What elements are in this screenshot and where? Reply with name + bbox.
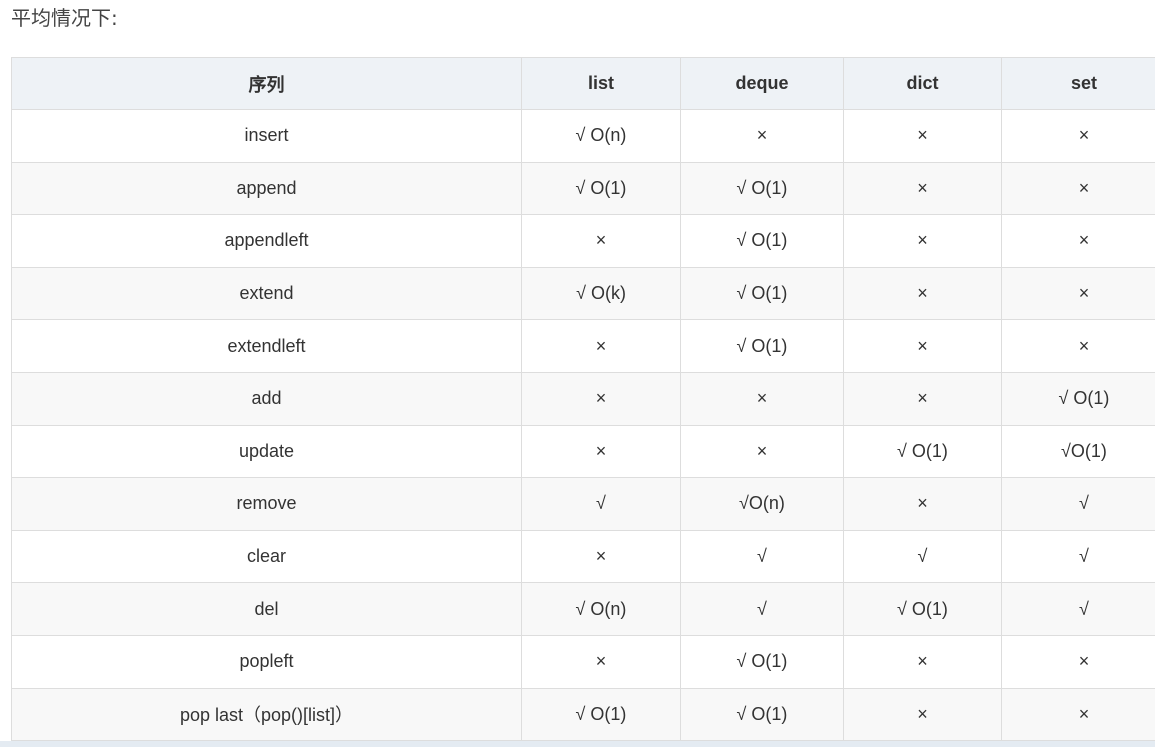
operation-cell: pop last（pop()[list]） — [11, 687, 522, 742]
set-cell: √ — [1001, 582, 1155, 636]
dict-cell: × — [843, 687, 1002, 742]
list-cell: √ O(1) — [521, 161, 681, 216]
list-cell: √ O(n) — [521, 582, 681, 636]
list-cell: × — [521, 424, 681, 479]
complexity-table-container: 序列 list deque dict set insert √ O(n) × ×… — [11, 57, 1155, 747]
set-cell: × — [1001, 634, 1155, 689]
operation-cell: remove — [11, 477, 522, 531]
operation-cell: appendleft — [11, 214, 522, 268]
table-row: clear × √ √ √ — [11, 529, 1155, 584]
list-cell: √ O(1) — [521, 687, 681, 742]
dict-cell: √ O(1) — [843, 424, 1002, 479]
operation-cell: extendleft — [11, 319, 522, 373]
table-row: extendleft × √ O(1) × × — [11, 319, 1155, 373]
dict-cell: × — [843, 371, 1002, 426]
operation-cell: clear — [11, 529, 522, 584]
header-cell-deque: deque — [680, 57, 844, 110]
set-cell: × — [1001, 214, 1155, 268]
set-cell: √O(1) — [1001, 424, 1155, 479]
table-row: insert √ O(n) × × × — [11, 109, 1155, 163]
set-cell: × — [1001, 161, 1155, 216]
list-cell: × — [521, 214, 681, 268]
operation-cell: append — [11, 161, 522, 216]
dict-cell: × — [843, 477, 1002, 531]
deque-cell: √ — [680, 582, 844, 636]
list-cell: √ O(k) — [521, 266, 681, 321]
table-row: append √ O(1) √ O(1) × × — [11, 161, 1155, 216]
deque-cell: √ O(1) — [680, 266, 844, 321]
set-cell: × — [1001, 687, 1155, 742]
deque-cell: × — [680, 424, 844, 479]
deque-cell: × — [680, 109, 844, 163]
deque-cell: √O(n) — [680, 477, 844, 531]
dict-cell: × — [843, 266, 1002, 321]
operation-cell: insert — [11, 109, 522, 163]
bottom-strip — [0, 741, 1155, 747]
dict-cell: × — [843, 161, 1002, 216]
complexity-table: 序列 list deque dict set insert √ O(n) × ×… — [11, 57, 1155, 742]
table-row: add × × × √ O(1) — [11, 371, 1155, 426]
dict-cell: × — [843, 319, 1002, 373]
deque-cell: √ — [680, 529, 844, 584]
dict-cell: × — [843, 214, 1002, 268]
header-cell-dict: dict — [843, 57, 1002, 110]
operation-cell: del — [11, 582, 522, 636]
operation-cell: update — [11, 424, 522, 479]
deque-cell: √ O(1) — [680, 687, 844, 742]
list-cell: √ O(n) — [521, 109, 681, 163]
table-row: remove √ √O(n) × √ — [11, 477, 1155, 531]
table-header-row: 序列 list deque dict set — [11, 57, 1155, 110]
list-cell: × — [521, 529, 681, 584]
set-cell: × — [1001, 109, 1155, 163]
page-heading: 平均情况下: — [11, 6, 118, 30]
list-cell: × — [521, 319, 681, 373]
header-cell-list: list — [521, 57, 681, 110]
set-cell: × — [1001, 319, 1155, 373]
dict-cell: × — [843, 109, 1002, 163]
list-cell: × — [521, 634, 681, 689]
deque-cell: √ O(1) — [680, 161, 844, 216]
deque-cell: × — [680, 371, 844, 426]
operation-cell: extend — [11, 266, 522, 321]
set-cell: √ — [1001, 529, 1155, 584]
table-row: popleft × √ O(1) × × — [11, 634, 1155, 689]
list-cell: × — [521, 371, 681, 426]
operation-cell: popleft — [11, 634, 522, 689]
set-cell: √ — [1001, 477, 1155, 531]
table-row: update × × √ O(1) √O(1) — [11, 424, 1155, 479]
header-cell-set: set — [1001, 57, 1155, 110]
table-row: pop last（pop()[list]） √ O(1) √ O(1) × × — [11, 687, 1155, 742]
dict-cell: × — [843, 634, 1002, 689]
table-row: extend √ O(k) √ O(1) × × — [11, 266, 1155, 321]
table-row: del √ O(n) √ √ O(1) √ — [11, 582, 1155, 636]
operation-cell: add — [11, 371, 522, 426]
deque-cell: √ O(1) — [680, 634, 844, 689]
dict-cell: √ O(1) — [843, 582, 1002, 636]
deque-cell: √ O(1) — [680, 319, 844, 373]
header-cell-sequence: 序列 — [11, 57, 522, 110]
table-row: appendleft × √ O(1) × × — [11, 214, 1155, 268]
deque-cell: √ O(1) — [680, 214, 844, 268]
set-cell: √ O(1) — [1001, 371, 1155, 426]
list-cell: √ — [521, 477, 681, 531]
dict-cell: √ — [843, 529, 1002, 584]
set-cell: × — [1001, 266, 1155, 321]
